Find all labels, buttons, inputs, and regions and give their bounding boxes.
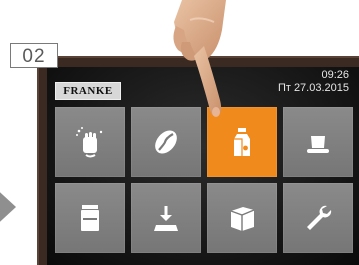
milk-carton-icon	[234, 128, 250, 156]
cup-icon	[307, 136, 329, 153]
cleaning-hand-icon	[76, 127, 103, 158]
tile-drip-tray[interactable]	[131, 183, 201, 253]
tile-powder[interactable]	[55, 183, 125, 253]
clock-date: Пт 27.03.2015	[277, 82, 349, 94]
step-number-badge: 02	[10, 43, 58, 68]
brand-logo: FRANKE	[55, 82, 121, 100]
pointing-hand-icon	[173, 0, 226, 117]
tile-cleaning[interactable]	[55, 107, 125, 177]
wrench-icon	[307, 205, 332, 230]
clock-time: 09:26	[321, 69, 349, 81]
previous-arrow-icon	[0, 183, 16, 231]
instruction-illustration: FRANKE 09:26 Пт 27.03.2015 02	[0, 0, 359, 265]
powder-container-icon	[81, 205, 99, 231]
coffee-bean-icon	[155, 130, 177, 154]
grounds-container-icon	[230, 207, 255, 231]
tile-grounds[interactable]	[207, 183, 277, 253]
drip-tray-icon	[154, 206, 178, 231]
tile-cup[interactable]	[283, 107, 353, 177]
tile-service[interactable]	[283, 183, 353, 253]
clock: 09:26 Пт 27.03.2015	[278, 69, 349, 95]
